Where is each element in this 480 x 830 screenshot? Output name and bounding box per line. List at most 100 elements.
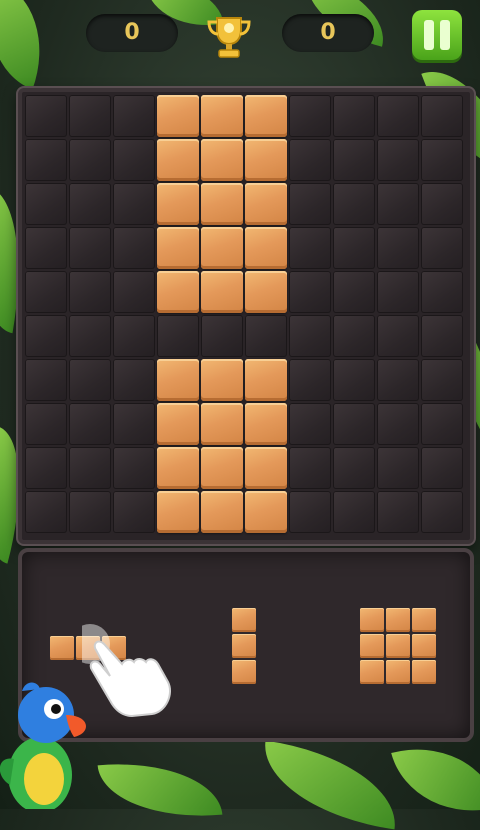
empty-cell[interactable] — [289, 315, 331, 357]
filled-cell[interactable] — [245, 139, 287, 181]
empty-cell[interactable] — [25, 403, 67, 445]
empty-cell[interactable] — [377, 359, 419, 401]
empty-cell[interactable] — [421, 403, 463, 445]
empty-cell[interactable] — [69, 183, 111, 225]
empty-cell[interactable] — [245, 315, 287, 357]
empty-cell[interactable] — [421, 95, 463, 137]
filled-cell[interactable] — [245, 359, 287, 401]
empty-cell[interactable] — [421, 447, 463, 489]
empty-cell[interactable] — [25, 139, 67, 181]
filled-cell[interactable] — [157, 403, 199, 445]
filled-cell[interactable] — [245, 183, 287, 225]
filled-cell[interactable] — [245, 271, 287, 313]
empty-cell[interactable] — [377, 403, 419, 445]
empty-cell[interactable] — [377, 227, 419, 269]
empty-cell[interactable] — [333, 139, 375, 181]
filled-cell[interactable] — [245, 95, 287, 137]
filled-cell[interactable] — [157, 95, 199, 137]
filled-cell[interactable] — [201, 183, 243, 225]
empty-cell[interactable] — [333, 491, 375, 533]
filled-cell[interactable] — [201, 95, 243, 137]
empty-cell[interactable] — [201, 315, 243, 357]
empty-cell[interactable] — [25, 95, 67, 137]
empty-cell[interactable] — [69, 271, 111, 313]
empty-cell[interactable] — [333, 315, 375, 357]
empty-cell[interactable] — [25, 183, 67, 225]
empty-cell[interactable] — [113, 183, 155, 225]
empty-cell[interactable] — [377, 447, 419, 489]
game-board[interactable] — [18, 88, 474, 544]
filled-cell[interactable] — [245, 447, 287, 489]
filled-cell[interactable] — [201, 359, 243, 401]
filled-cell[interactable] — [157, 271, 199, 313]
empty-cell[interactable] — [25, 359, 67, 401]
empty-cell[interactable] — [69, 139, 111, 181]
empty-cell[interactable] — [289, 359, 331, 401]
empty-cell[interactable] — [289, 95, 331, 137]
filled-cell[interactable] — [157, 139, 199, 181]
empty-cell[interactable] — [25, 491, 67, 533]
empty-cell[interactable] — [377, 183, 419, 225]
filled-cell[interactable] — [201, 491, 243, 533]
empty-cell[interactable] — [113, 403, 155, 445]
filled-cell[interactable] — [201, 447, 243, 489]
empty-cell[interactable] — [421, 227, 463, 269]
empty-cell[interactable] — [69, 227, 111, 269]
empty-cell[interactable] — [377, 139, 419, 181]
empty-cell[interactable] — [333, 183, 375, 225]
empty-cell[interactable] — [69, 315, 111, 357]
square-3x3-piece[interactable] — [360, 608, 438, 686]
empty-cell[interactable] — [421, 183, 463, 225]
filled-cell[interactable] — [201, 139, 243, 181]
empty-cell[interactable] — [289, 139, 331, 181]
empty-cell[interactable] — [113, 359, 155, 401]
filled-cell[interactable] — [157, 183, 199, 225]
empty-cell[interactable] — [289, 403, 331, 445]
empty-cell[interactable] — [69, 359, 111, 401]
empty-cell[interactable] — [289, 447, 331, 489]
empty-cell[interactable] — [113, 491, 155, 533]
empty-cell[interactable] — [113, 271, 155, 313]
filled-cell[interactable] — [157, 359, 199, 401]
empty-cell[interactable] — [157, 315, 199, 357]
empty-cell[interactable] — [289, 271, 331, 313]
empty-cell[interactable] — [69, 403, 111, 445]
empty-cell[interactable] — [421, 139, 463, 181]
filled-cell[interactable] — [201, 403, 243, 445]
empty-cell[interactable] — [333, 227, 375, 269]
filled-cell[interactable] — [201, 227, 243, 269]
filled-cell[interactable] — [157, 491, 199, 533]
filled-cell[interactable] — [245, 491, 287, 533]
empty-cell[interactable] — [25, 447, 67, 489]
empty-cell[interactable] — [333, 447, 375, 489]
empty-cell[interactable] — [69, 491, 111, 533]
empty-cell[interactable] — [333, 359, 375, 401]
empty-cell[interactable] — [333, 271, 375, 313]
empty-cell[interactable] — [25, 227, 67, 269]
empty-cell[interactable] — [289, 183, 331, 225]
empty-cell[interactable] — [421, 359, 463, 401]
empty-cell[interactable] — [377, 95, 419, 137]
filled-cell[interactable] — [245, 403, 287, 445]
filled-cell[interactable] — [201, 271, 243, 313]
vertical-3-piece[interactable] — [232, 608, 258, 686]
empty-cell[interactable] — [289, 227, 331, 269]
empty-cell[interactable] — [421, 315, 463, 357]
filled-cell[interactable] — [157, 447, 199, 489]
empty-cell[interactable] — [421, 491, 463, 533]
empty-cell[interactable] — [113, 315, 155, 357]
empty-cell[interactable] — [25, 271, 67, 313]
empty-cell[interactable] — [377, 315, 419, 357]
empty-cell[interactable] — [377, 491, 419, 533]
empty-cell[interactable] — [421, 271, 463, 313]
empty-cell[interactable] — [69, 447, 111, 489]
empty-cell[interactable] — [113, 95, 155, 137]
empty-cell[interactable] — [25, 315, 67, 357]
empty-cell[interactable] — [113, 139, 155, 181]
empty-cell[interactable] — [113, 227, 155, 269]
pause-button[interactable] — [412, 10, 462, 60]
empty-cell[interactable] — [377, 271, 419, 313]
empty-cell[interactable] — [333, 95, 375, 137]
empty-cell[interactable] — [289, 491, 331, 533]
empty-cell[interactable] — [333, 403, 375, 445]
